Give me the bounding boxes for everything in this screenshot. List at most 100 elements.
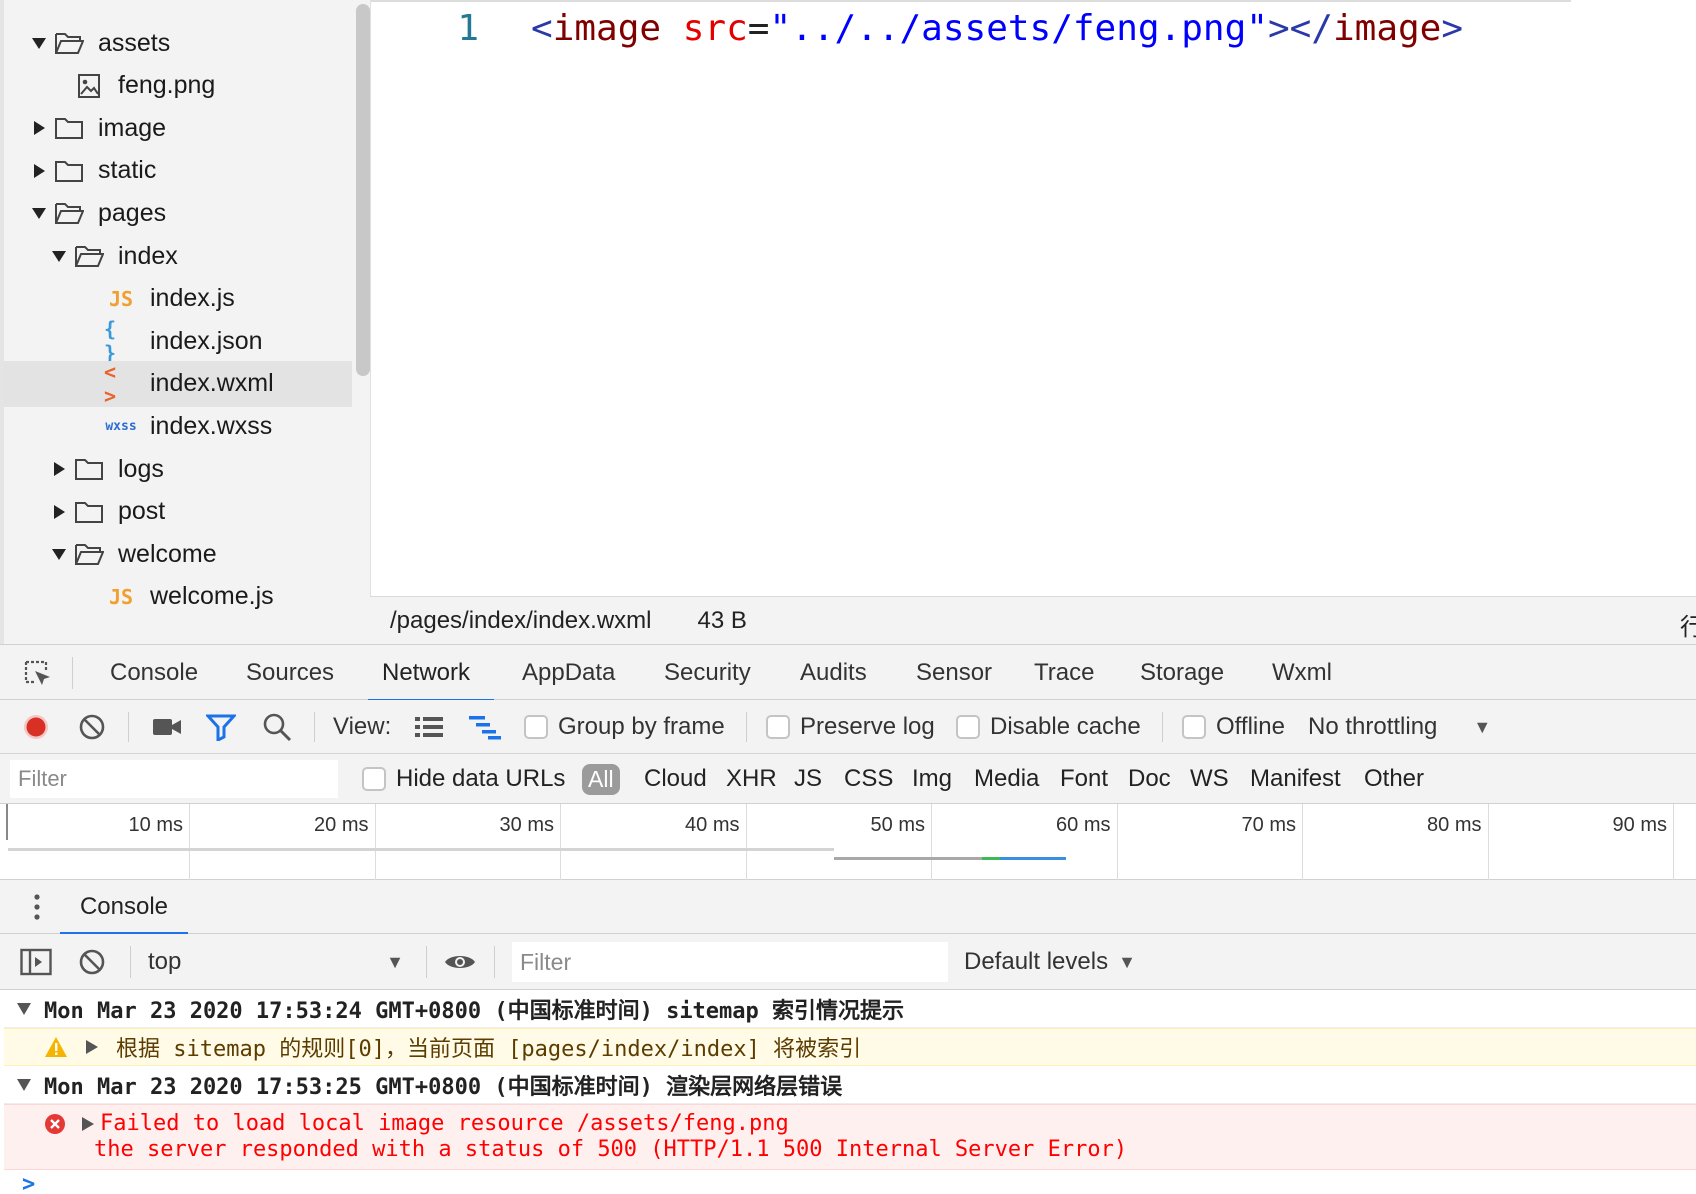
editor-divider [371,0,1571,2]
tree-item-index-js[interactable]: JS index.js [4,276,352,322]
network-filter-input[interactable] [10,760,338,798]
filter-type-img[interactable]: Img [912,754,952,804]
code-tag: image [552,7,662,49]
tab-appdata[interactable]: AppData [522,645,615,701]
wxss-file-icon: wxss [104,411,138,441]
code-line-1[interactable]: 1 <image src="../../assets/feng.png"></i… [371,6,1463,50]
filter-type-all[interactable]: All [582,754,620,804]
caret-right-icon[interactable] [26,158,52,184]
more-options-icon[interactable] [28,892,46,922]
tree-item-index[interactable]: index [4,233,352,279]
tree-item-logs[interactable]: logs [4,446,352,492]
clear-button[interactable] [78,700,106,754]
caret-down-icon[interactable] [26,200,52,226]
large-rows-button[interactable] [414,700,444,754]
tree-item-assets[interactable]: assets [4,20,352,66]
hide-data-urls-checkbox[interactable]: Hide data URLs [362,754,565,804]
waterfall-view-button[interactable] [468,700,502,754]
checkbox-box[interactable] [956,715,980,739]
timeline-gridline [1673,804,1674,880]
console-warning-message[interactable]: 根据 sitemap 的规则[0]，当前页面 [pages/index/inde… [4,1028,1696,1066]
caret-down-icon[interactable] [26,30,52,56]
caret-right-icon[interactable] [46,499,72,525]
tab-sources[interactable]: Sources [246,645,334,701]
search-button[interactable] [262,700,292,754]
tree-item-post[interactable]: post [4,489,352,535]
network-timeline[interactable]: 10 ms 20 ms 30 ms 40 ms 50 ms 60 ms 70 ms 80 ms… [0,804,1696,880]
console-group-render-error[interactable]: Mon Mar 23 2020 17:53:25 GMT+0800 (中国标准时… [4,1066,1696,1104]
filter-type-other[interactable]: Other [1364,754,1424,804]
caret-right-icon[interactable] [82,1117,94,1131]
drawer-tab-console[interactable]: Console [60,880,188,935]
checkbox-box[interactable] [1182,715,1206,739]
checkbox-box[interactable] [766,715,790,739]
tree-item-index-json[interactable]: { } index.json [4,317,352,365]
checkbox-box[interactable] [362,767,386,791]
checkbox-box[interactable] [524,715,548,739]
hide-data-urls-label: Hide data URLs [396,765,566,792]
log-levels-select[interactable]: Default levels ▼ [964,934,1136,990]
preserve-log-checkbox[interactable]: Preserve log [766,700,935,754]
timeline-tick-label: 10 ms [128,814,183,836]
console-error-message[interactable]: Failed to load local image resource /ass… [4,1104,1696,1170]
filter-type-media[interactable]: Media [974,754,1039,804]
tab-trace[interactable]: Trace [1034,645,1094,701]
tab-audits[interactable]: Audits [800,645,867,701]
caret-right-icon[interactable] [46,456,72,482]
code-text[interactable]: <image src="../../assets/feng.png"></ima… [531,8,1463,49]
tab-wxml[interactable]: Wxml [1272,645,1332,701]
filter-type-label: All [582,763,620,795]
caret-right-icon[interactable] [26,115,52,141]
filter-type-js[interactable]: JS [794,754,822,804]
filter-type-xhr[interactable]: XHR [726,754,777,804]
record-button[interactable] [22,700,50,754]
toolbar-separator [1162,712,1163,742]
console-prompt[interactable]: > [22,1172,35,1194]
tree-item-welcome-js[interactable]: JS welcome.js [4,574,352,620]
tree-item-index-wxss[interactable]: wxss index.wxss [4,403,352,449]
filter-type-font[interactable]: Font [1060,754,1108,804]
live-expression-button[interactable] [444,934,476,990]
filter-type-manifest[interactable]: Manifest [1250,754,1341,804]
clear-console-button[interactable] [78,934,106,990]
tab-sensor[interactable]: Sensor [916,645,992,701]
caret-down-icon[interactable] [4,1002,44,1015]
console-group-sitemap[interactable]: Mon Mar 23 2020 17:53:24 GMT+0800 (中国标准时… [4,990,1696,1028]
screenshot-button[interactable] [152,700,182,754]
caret-down-icon[interactable] [4,1078,44,1091]
tree-item-welcome[interactable]: welcome [4,531,352,577]
filter-type-css[interactable]: CSS [844,754,893,804]
tab-security[interactable]: Security [664,645,751,701]
timeline-tick-label: 40 ms [685,814,740,836]
folder-icon [72,497,106,527]
filter-type-doc[interactable]: Doc [1128,754,1171,804]
sidebar-toggle-button[interactable] [20,934,52,990]
filter-type-cloud[interactable]: Cloud [644,754,707,804]
tree-item-image[interactable]: image [4,105,352,151]
code-editor[interactable]: 1 <image src="../../assets/feng.png"></i… [370,0,1696,596]
caret-down-icon[interactable] [46,243,72,269]
context-select[interactable]: top ▼ [148,934,408,990]
throttling-select[interactable]: No throttling ▼ [1308,700,1491,754]
console-toolbar: top ▼ Default levels ▼ [0,934,1696,990]
context-value: top [148,948,182,975]
group-by-frame-checkbox[interactable]: Group by frame [524,700,725,754]
offline-checkbox[interactable]: Offline [1182,700,1285,754]
tree-item-index-wxml[interactable]: < > index.wxml [4,360,352,408]
inspect-element-icon[interactable] [22,658,54,690]
tab-console[interactable]: Console [110,645,198,701]
tab-network[interactable]: Network [367,645,495,702]
disable-cache-checkbox[interactable]: Disable cache [956,700,1141,754]
preserve-log-label: Preserve log [800,713,935,740]
console-filter-input[interactable] [512,942,948,982]
filter-toggle-button[interactable] [206,700,236,754]
tree-item-feng-png[interactable]: feng.png [4,63,352,109]
caret-down-icon[interactable] [46,541,72,567]
filter-funnel-icon [206,714,236,741]
tree-item-pages[interactable]: pages [4,190,352,236]
filter-type-ws[interactable]: WS [1190,754,1229,804]
caret-right-icon[interactable] [86,1040,98,1054]
tab-storage[interactable]: Storage [1140,645,1224,701]
tree-scrollbar[interactable] [356,4,370,376]
tree-item-static[interactable]: static [4,148,352,194]
